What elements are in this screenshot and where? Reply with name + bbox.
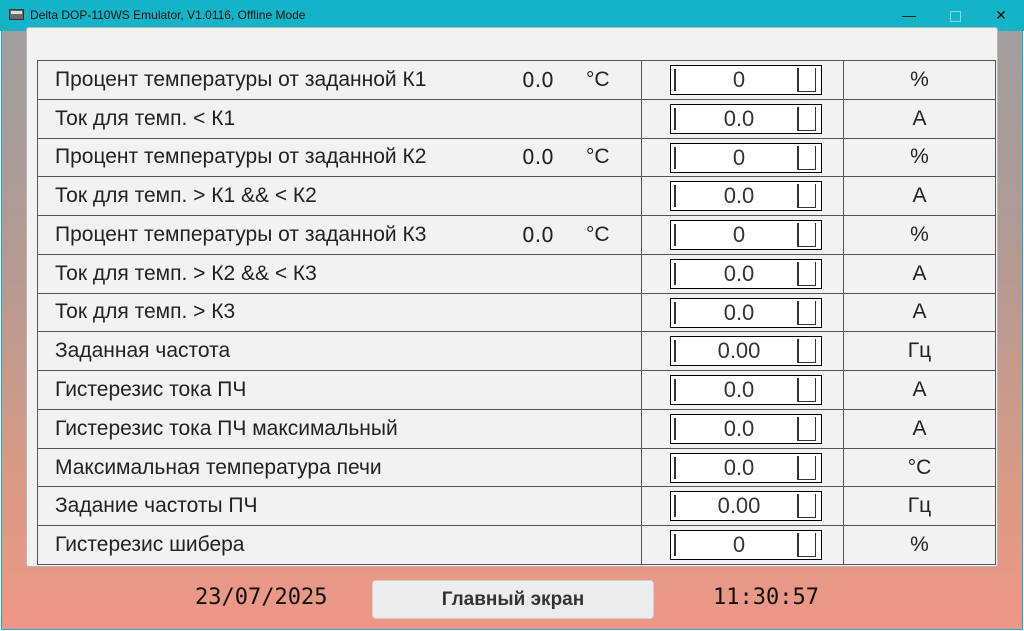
unit-label: A (912, 416, 927, 440)
unit-label: % (910, 533, 929, 557)
main-screen-button[interactable]: Главный экран (372, 580, 654, 619)
unit-label: A (912, 300, 927, 324)
value-input[interactable]: 0.00 (670, 491, 822, 522)
value-input[interactable]: 0.0 (670, 413, 822, 444)
value-input[interactable]: 0.0 (670, 181, 822, 212)
value-input[interactable]: 0.0 (670, 297, 822, 328)
temp-unit: °C (586, 222, 610, 246)
value-input[interactable]: 0 (670, 530, 822, 561)
param-label: Гистерезис шибера (55, 533, 245, 557)
table-row: Процент температуры от заданной К2 0.0 °… (37, 137, 996, 178)
value-input[interactable]: 0.0 (670, 258, 822, 289)
value-input[interactable]: 0.0 (670, 375, 822, 406)
unit-label: % (910, 145, 929, 169)
table-row: Процент температуры от заданной К1 0.0 °… (37, 60, 996, 100)
unit-label: A (912, 106, 927, 130)
table-row: Ток для темп. > К1 && < К2 0.0 A (37, 176, 996, 217)
param-label: Ток для темп. > К3 (55, 300, 236, 324)
unit-label: % (910, 67, 929, 91)
unit-label: A (912, 261, 927, 285)
temp-unit: °C (586, 145, 610, 169)
param-label: Максимальная температура печи (55, 455, 382, 479)
table-row: Гистерезис тока ПЧ максимальный 0.0 A (37, 408, 996, 449)
unit-label: A (912, 378, 927, 401)
value-input[interactable]: 0 (670, 220, 822, 251)
table-row: Гистерезис шибера 0 % (37, 525, 996, 565)
temp-readout: 0.0 (522, 67, 554, 92)
table-row: Задание частоты ПЧ 0.00 Гц (37, 486, 996, 527)
unit-label: Гц (907, 339, 932, 363)
table-row: Гистерезис тока ПЧ 0.0 A (37, 370, 996, 410)
value-input[interactable]: 0 (670, 142, 822, 173)
table-row: Максимальная температура печи 0.0 °C (37, 447, 996, 488)
param-label: Заданная частота (55, 339, 231, 363)
param-label: Гистерезис тока ПЧ максимальный (55, 416, 398, 440)
value-input[interactable]: 0.00 (670, 336, 822, 367)
param-label: Процент температуры от заданной К2 (55, 145, 427, 169)
temp-readout: 0.0 (522, 222, 554, 247)
param-label: Процент температуры от заданной К3 (55, 222, 427, 246)
param-label: Ток для темп. > К1 && < К2 (55, 184, 317, 208)
unit-label: A (912, 184, 927, 208)
temp-unit: °C (586, 67, 610, 91)
table-row: Ток для темп. > К2 && < К3 0.0 A (37, 253, 996, 294)
table-row: Ток для темп. < К1 0.0 A (37, 98, 996, 139)
temp-readout: 0.0 (522, 145, 554, 170)
param-label: Задание частоты ПЧ (55, 494, 258, 518)
unit-label: % (910, 222, 929, 246)
unit-label: °C (907, 455, 932, 479)
app-icon (9, 9, 24, 20)
value-input[interactable]: 0.0 (670, 103, 822, 134)
table-row: Ток для темп. > К3 0.0 A (37, 292, 996, 333)
maximize-icon (949, 10, 961, 22)
value-input[interactable]: 0 (670, 65, 822, 95)
param-label: Процент температуры от заданной К1 (55, 67, 427, 91)
param-label: Ток для темп. < К1 (55, 106, 236, 130)
table-row: Заданная частота 0.00 Гц (37, 331, 996, 372)
time-display: 11:30:57 (713, 585, 819, 610)
date-display: 23/07/2025 (195, 585, 328, 610)
unit-label: Гц (907, 494, 932, 518)
param-label: Гистерезис тока ПЧ (55, 378, 247, 401)
parameters-table: Процент температуры от заданной К1 0.0 °… (37, 60, 996, 565)
param-label: Ток для темп. > К2 && < К3 (55, 261, 317, 285)
table-row: Процент температуры от заданной К3 0.0 °… (37, 215, 996, 255)
value-input[interactable]: 0.0 (670, 452, 822, 483)
